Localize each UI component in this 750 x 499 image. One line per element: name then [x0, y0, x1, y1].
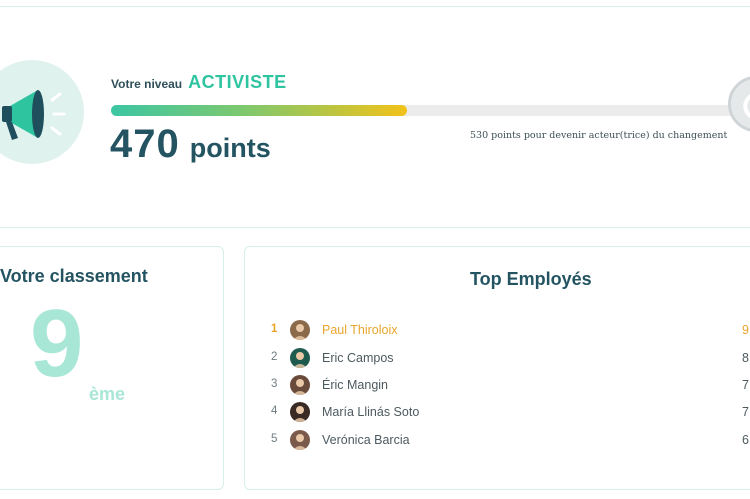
- employee-name: Verónica Barcia: [322, 433, 410, 447]
- points-value: 470: [110, 122, 180, 166]
- employee-row[interactable]: 1 Paul Thiroloix 9: [244, 318, 750, 342]
- ranking-position: 9: [30, 290, 84, 397]
- employee-name: María Llinás Soto: [322, 405, 420, 419]
- employee-name: Eric Campos: [322, 351, 394, 365]
- employee-row[interactable]: 4 María Llinás Soto 7: [244, 400, 750, 424]
- avatar: [290, 375, 310, 395]
- employee-name: Paul Thiroloix: [322, 323, 398, 337]
- employee-rank: 1: [271, 323, 278, 335]
- level-progress-fill: [111, 105, 408, 116]
- points-total: 470 points: [110, 122, 271, 167]
- employee-row[interactable]: 3 Éric Mangin 7: [244, 373, 750, 397]
- avatar: [290, 320, 310, 340]
- employee-rank: 3: [271, 378, 278, 390]
- level-card: [0, 6, 750, 228]
- avatar: [290, 430, 310, 450]
- avatar: [290, 402, 310, 422]
- top-employees-title: Top Employés: [470, 269, 592, 289]
- avatar: [290, 348, 310, 368]
- megaphone-icon: [2, 90, 66, 140]
- employee-score: 6: [742, 433, 749, 447]
- points-unit: points: [189, 133, 271, 163]
- employee-name: Éric Mangin: [322, 378, 388, 392]
- employee-row[interactable]: 5 Verónica Barcia 6: [244, 428, 750, 452]
- next-level-text: 530 points pour devenir acteur(trice) du…: [470, 130, 728, 141]
- level-badge: [0, 60, 84, 164]
- refresh-icon: [743, 94, 750, 118]
- level-prefix: Votre niveau: [111, 77, 183, 91]
- employee-rank: 2: [271, 351, 278, 363]
- employee-rank: 4: [271, 405, 278, 417]
- employee-score: 8: [742, 351, 749, 365]
- level-name: ACTIVISTE: [188, 72, 287, 92]
- level-heading: Votre niveau ACTIVISTE: [111, 72, 287, 93]
- ranking-suffix: ème: [89, 384, 126, 404]
- employee-score: 7: [742, 378, 749, 392]
- employee-score: 7: [742, 405, 749, 419]
- employee-row[interactable]: 2 Eric Campos 8: [244, 346, 750, 370]
- employee-score: 9: [742, 323, 749, 337]
- ranking-title: Votre classement: [0, 266, 148, 286]
- level-progress-bar: [111, 105, 741, 116]
- employee-rank: 5: [271, 433, 278, 445]
